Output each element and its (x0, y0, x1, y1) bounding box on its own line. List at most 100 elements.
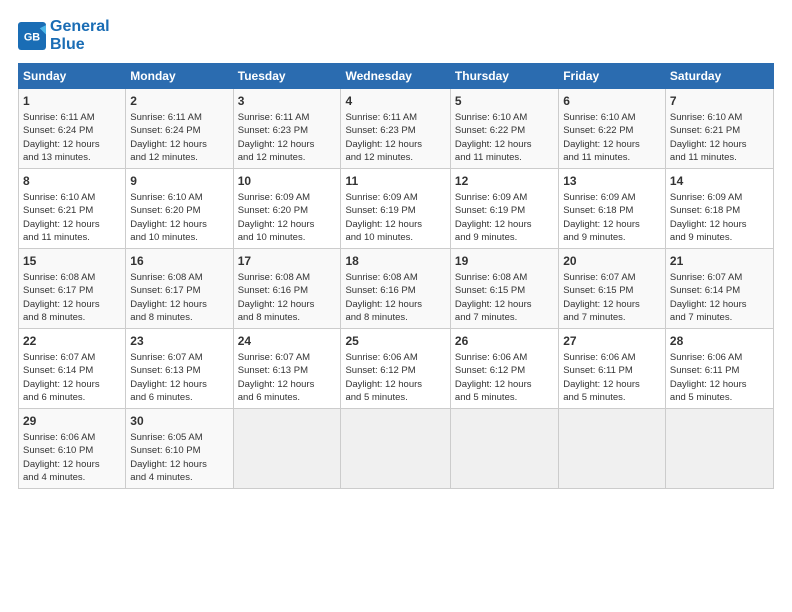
logo-icon: GB (18, 22, 46, 50)
day-info: and 9 minutes. (455, 231, 554, 244)
calendar-cell (559, 409, 666, 489)
day-info: Daylight: 12 hours (670, 138, 769, 151)
day-info: Sunset: 6:19 PM (455, 204, 554, 217)
day-number: 20 (563, 253, 661, 270)
day-number: 4 (345, 93, 445, 110)
day-info: Daylight: 12 hours (563, 378, 661, 391)
day-info: Sunset: 6:14 PM (23, 364, 121, 377)
day-info: and 12 minutes. (130, 151, 228, 164)
day-info: Sunset: 6:10 PM (130, 444, 228, 457)
col-tuesday: Tuesday (233, 64, 341, 89)
day-number: 1 (23, 93, 121, 110)
day-number: 15 (23, 253, 121, 270)
table-row: 29Sunrise: 6:06 AMSunset: 6:10 PMDayligh… (19, 409, 774, 489)
day-info: Daylight: 12 hours (345, 218, 445, 231)
day-info: and 13 minutes. (23, 151, 121, 164)
day-info: and 11 minutes. (670, 151, 769, 164)
day-info: and 4 minutes. (130, 471, 228, 484)
day-info: and 12 minutes. (238, 151, 337, 164)
table-row: 15Sunrise: 6:08 AMSunset: 6:17 PMDayligh… (19, 249, 774, 329)
svg-text:GB: GB (24, 31, 40, 43)
day-number: 13 (563, 173, 661, 190)
day-number: 22 (23, 333, 121, 350)
day-info: Sunrise: 6:11 AM (130, 111, 228, 124)
day-info: and 8 minutes. (238, 311, 337, 324)
calendar-cell: 2Sunrise: 6:11 AMSunset: 6:24 PMDaylight… (126, 89, 233, 169)
day-info: Sunrise: 6:06 AM (563, 351, 661, 364)
calendar-cell (450, 409, 558, 489)
day-number: 5 (455, 93, 554, 110)
day-info: Sunset: 6:17 PM (23, 284, 121, 297)
table-row: 8Sunrise: 6:10 AMSunset: 6:21 PMDaylight… (19, 169, 774, 249)
day-number: 18 (345, 253, 445, 270)
calendar-cell: 20Sunrise: 6:07 AMSunset: 6:15 PMDayligh… (559, 249, 666, 329)
day-number: 25 (345, 333, 445, 350)
calendar-cell: 1Sunrise: 6:11 AMSunset: 6:24 PMDaylight… (19, 89, 126, 169)
day-info: Daylight: 12 hours (23, 138, 121, 151)
calendar-cell: 24Sunrise: 6:07 AMSunset: 6:13 PMDayligh… (233, 329, 341, 409)
day-info: and 11 minutes. (455, 151, 554, 164)
day-number: 2 (130, 93, 228, 110)
calendar-cell: 21Sunrise: 6:07 AMSunset: 6:14 PMDayligh… (665, 249, 773, 329)
day-number: 8 (23, 173, 121, 190)
calendar-cell: 13Sunrise: 6:09 AMSunset: 6:18 PMDayligh… (559, 169, 666, 249)
col-wednesday: Wednesday (341, 64, 450, 89)
day-info: Daylight: 12 hours (670, 378, 769, 391)
day-number: 10 (238, 173, 337, 190)
day-number: 11 (345, 173, 445, 190)
day-info: Sunset: 6:24 PM (23, 124, 121, 137)
day-info: Sunrise: 6:08 AM (345, 271, 445, 284)
day-info: Sunset: 6:20 PM (130, 204, 228, 217)
day-info: and 4 minutes. (23, 471, 121, 484)
day-info: and 5 minutes. (563, 391, 661, 404)
day-info: Daylight: 12 hours (563, 138, 661, 151)
day-info: Sunrise: 6:06 AM (455, 351, 554, 364)
day-info: and 7 minutes. (670, 311, 769, 324)
logo-text-blue: Blue (50, 36, 110, 54)
day-info: and 5 minutes. (345, 391, 445, 404)
calendar-cell (341, 409, 450, 489)
day-info: and 9 minutes. (563, 231, 661, 244)
day-info: Sunrise: 6:07 AM (238, 351, 337, 364)
day-info: Sunset: 6:23 PM (345, 124, 445, 137)
day-info: Sunset: 6:18 PM (670, 204, 769, 217)
col-saturday: Saturday (665, 64, 773, 89)
day-info: Sunrise: 6:07 AM (23, 351, 121, 364)
day-info: Sunset: 6:20 PM (238, 204, 337, 217)
calendar-cell: 16Sunrise: 6:08 AMSunset: 6:17 PMDayligh… (126, 249, 233, 329)
table-row: 22Sunrise: 6:07 AMSunset: 6:14 PMDayligh… (19, 329, 774, 409)
calendar-cell: 5Sunrise: 6:10 AMSunset: 6:22 PMDaylight… (450, 89, 558, 169)
day-info: and 7 minutes. (455, 311, 554, 324)
day-info: Daylight: 12 hours (455, 218, 554, 231)
day-info: Daylight: 12 hours (345, 378, 445, 391)
day-info: Daylight: 12 hours (670, 218, 769, 231)
day-info: Daylight: 12 hours (455, 298, 554, 311)
day-info: Sunset: 6:23 PM (238, 124, 337, 137)
day-info: and 5 minutes. (455, 391, 554, 404)
day-info: Daylight: 12 hours (23, 378, 121, 391)
day-info: Daylight: 12 hours (23, 298, 121, 311)
calendar-cell: 14Sunrise: 6:09 AMSunset: 6:18 PMDayligh… (665, 169, 773, 249)
day-info: and 6 minutes. (238, 391, 337, 404)
day-info: Daylight: 12 hours (23, 218, 121, 231)
day-info: Sunrise: 6:07 AM (130, 351, 228, 364)
day-info: Daylight: 12 hours (130, 458, 228, 471)
day-info: Daylight: 12 hours (563, 298, 661, 311)
day-number: 14 (670, 173, 769, 190)
day-info: Sunrise: 6:10 AM (670, 111, 769, 124)
calendar-cell: 8Sunrise: 6:10 AMSunset: 6:21 PMDaylight… (19, 169, 126, 249)
day-info: Daylight: 12 hours (563, 218, 661, 231)
calendar-table: Sunday Monday Tuesday Wednesday Thursday… (18, 63, 774, 489)
day-info: Sunrise: 6:07 AM (563, 271, 661, 284)
calendar-cell: 30Sunrise: 6:05 AMSunset: 6:10 PMDayligh… (126, 409, 233, 489)
day-info: and 11 minutes. (23, 231, 121, 244)
day-info: Sunrise: 6:08 AM (130, 271, 228, 284)
calendar-cell: 18Sunrise: 6:08 AMSunset: 6:16 PMDayligh… (341, 249, 450, 329)
day-number: 9 (130, 173, 228, 190)
page-header: GB General Blue (18, 18, 774, 53)
day-info: Sunrise: 6:08 AM (238, 271, 337, 284)
day-info: Sunrise: 6:06 AM (670, 351, 769, 364)
calendar-cell: 27Sunrise: 6:06 AMSunset: 6:11 PMDayligh… (559, 329, 666, 409)
day-info: Sunrise: 6:10 AM (23, 191, 121, 204)
day-info: Daylight: 12 hours (238, 138, 337, 151)
